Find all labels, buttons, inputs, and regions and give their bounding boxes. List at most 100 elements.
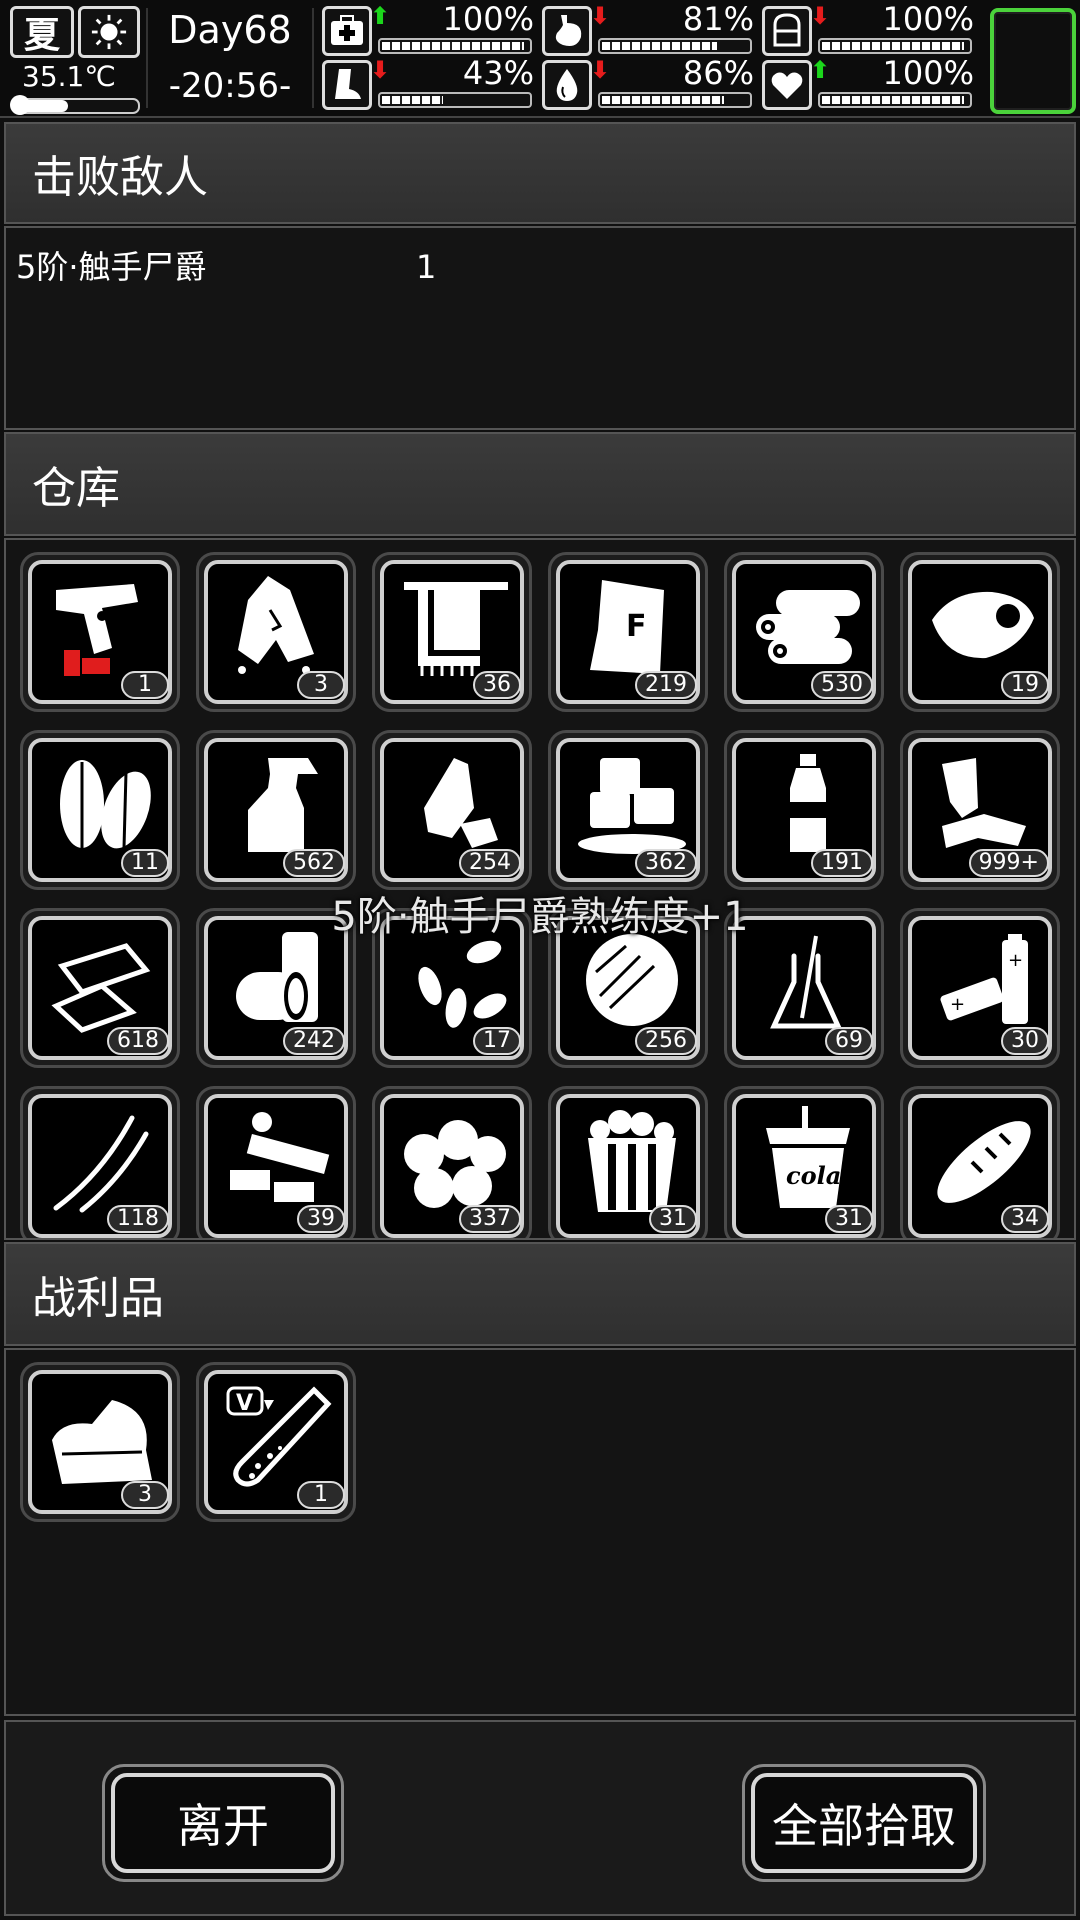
logs-icon [756,590,860,664]
action-bar: 离开 全部拾取 [4,1720,1076,1916]
scrap-cloth-icon [942,758,1026,848]
torn-cloth-icon [238,576,314,674]
item-count: 31 [649,1205,697,1233]
item-slot[interactable]: 19 [900,552,1060,712]
cans-icon [236,932,318,1022]
stat-bar [598,38,752,54]
svg-text:V: V [236,1391,253,1416]
item-count: 3 [121,1481,169,1509]
item-slot[interactable]: F 219 [548,552,708,712]
stat-stamina: ⬇ 43% [322,54,542,114]
item-slot[interactable]: cola 31 [724,1086,884,1238]
stat-health: ⬆ 100% [322,0,542,60]
temperature: 35.1℃ [22,60,116,93]
season-label: 夏 [23,15,60,56]
day-counter: Day68 [168,8,292,52]
heart-icon [762,60,812,110]
item-slot[interactable]: 1 [20,552,180,712]
item-slot[interactable]: 191 [724,730,884,890]
section-header-enemies: 击败敌人 [4,122,1076,224]
item-slot[interactable]: 39 [196,1086,356,1238]
enemy-name: 5阶·触手尸爵 [16,248,207,286]
item-slot[interactable]: 562 [196,730,356,890]
clock: -20:56- [168,66,292,106]
arrow-down-icon: ⬇ [590,2,611,30]
fiber-ball-icon [586,934,678,1026]
stat-mood: ⬆ 100% [762,54,982,114]
bread-icon [937,1121,1031,1203]
leaves-icon [60,760,151,849]
item-slot[interactable]: 3 [196,552,356,712]
flour-bag-icon: F [590,580,664,674]
paper-scraps-icon [51,943,151,1033]
svg-text:F: F [626,609,647,644]
item-count: 30 [1001,1027,1049,1055]
water-drop-icon [542,60,592,110]
stat-thirst: ⬇ 86% [542,54,762,114]
electronic-parts-icon [230,1112,330,1202]
item-count: 530 [811,671,873,699]
divider [146,8,148,108]
arrow-down-icon: ⬇ [810,2,831,30]
pick-all-button[interactable]: 全部拾取 [742,1764,986,1882]
pick-all-button-label: 全部拾取 [751,1773,977,1873]
character-portrait-button[interactable] [990,8,1076,114]
item-count: 362 [635,849,697,877]
item-slot[interactable]: 530 [724,552,884,712]
item-count: 118 [107,1205,169,1233]
batteries-icon: ++ [940,934,1028,1024]
section-header-warehouse: 仓库 [4,432,1076,536]
section-header-loot: 战利品 [4,1242,1076,1346]
brain-icon [762,6,812,56]
stat-bar [378,38,532,54]
item-slot[interactable]: 254 [372,730,532,890]
item-count: 1 [297,1481,345,1509]
flask-icon [770,935,842,1029]
water-bottle-icon [790,754,826,852]
item-slot[interactable]: 31 [548,1086,708,1238]
medkit-icon [322,6,372,56]
stat-bar [378,92,532,108]
arrow-down-icon: ⬇ [370,56,391,84]
item-slot[interactable]: 36 [372,552,532,712]
item-slot[interactable]: V1 [196,1362,356,1522]
item-slot[interactable]: 3 [20,1362,180,1522]
loot-grid: 3V1 [4,1348,1076,1716]
section-title: 战利品 [32,1273,164,1324]
item-count: 3 [297,671,345,699]
ice-cubes-icon [578,758,686,854]
section-title: 击败敌人 [32,152,208,203]
item-count: 31 [825,1205,873,1233]
foot-icon [322,60,372,110]
cloth-pile-icon [52,1400,152,1484]
item-slot[interactable]: 34 [900,1086,1060,1238]
stat-mental: ⬇ 100% [762,0,982,60]
enemies-list: 5阶·触手尸爵 1 [4,226,1076,430]
stomach-icon [542,6,592,56]
item-count: 562 [283,849,345,877]
item-count: 256 [635,1027,697,1055]
item-count: 34 [1001,1205,1049,1233]
item-count: 254 [459,849,521,877]
towel-icon [404,582,508,676]
arrow-up-icon: ⬆ [370,2,391,30]
stat-value: 86% [682,54,754,92]
item-slot[interactable]: 11 [20,730,180,890]
item-count: 219 [635,671,697,699]
wires-icon [53,1115,149,1213]
seeds-icon [418,940,507,1028]
arrow-down-icon: ⬇ [590,56,611,84]
item-slot[interactable]: 337 [372,1086,532,1238]
item-count: 17 [473,1027,521,1055]
leave-button[interactable]: 离开 [102,1764,344,1882]
item-slot[interactable]: 118 [20,1086,180,1238]
stat-value: 100% [882,0,974,38]
season-indicator: 夏 [10,6,74,58]
divider [312,8,314,108]
item-slot[interactable]: 999+ [900,730,1060,890]
item-count: 999+ [968,849,1049,877]
stat-bar [598,92,752,108]
vaccine-tube-icon: V [226,1386,332,1487]
item-count: 618 [107,1027,169,1055]
item-slot[interactable]: 362 [548,730,708,890]
